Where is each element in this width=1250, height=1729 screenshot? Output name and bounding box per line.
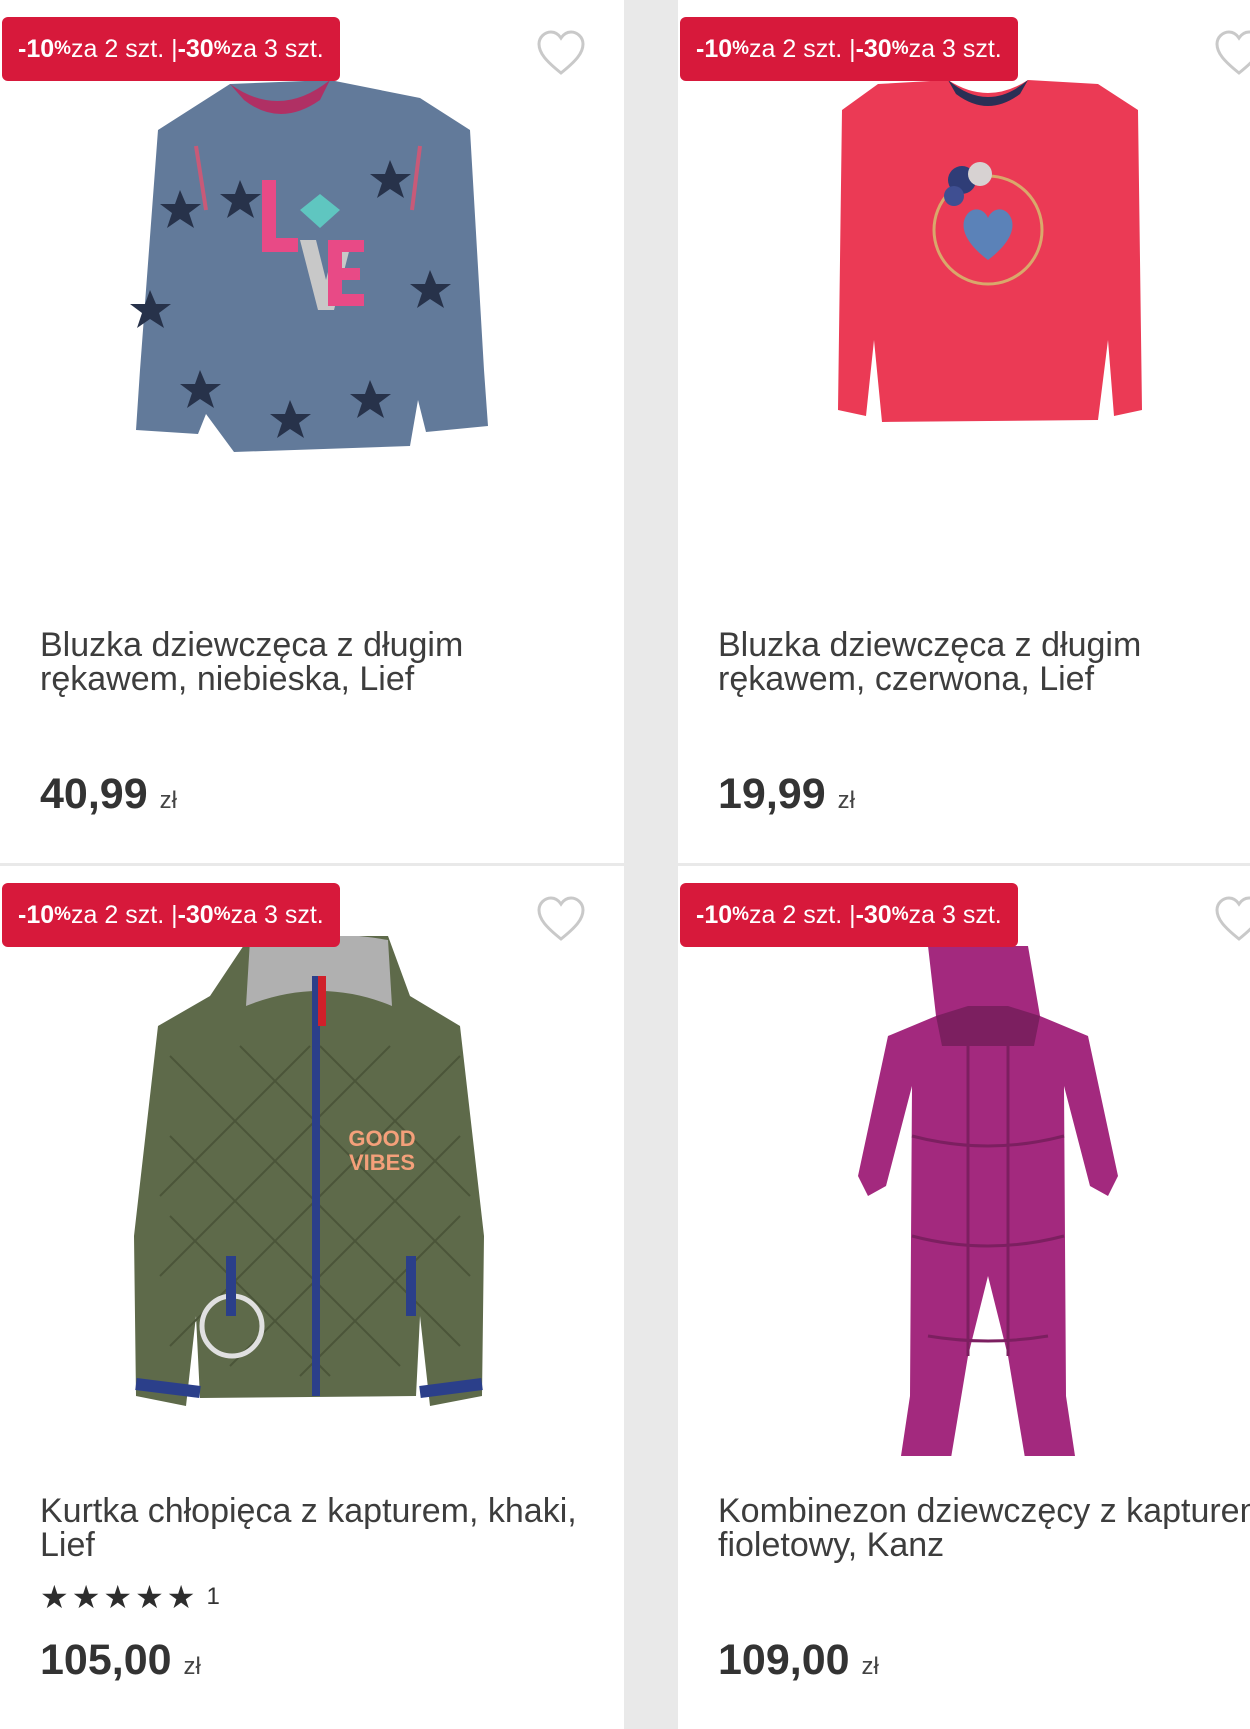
promo-badge: -10% za 2 szt. | -30% za 3 szt. bbox=[680, 883, 1018, 947]
product-title[interactable]: Kombinezon dziewczęcy z kapturem, fiolet… bbox=[718, 1494, 1250, 1562]
product-title[interactable]: Bluzka dziewczęca z długim rękawem, czer… bbox=[718, 628, 1250, 696]
product-title[interactable]: Kurtka chłopięca z kapturem, khaki, Lief bbox=[40, 1494, 600, 1562]
heart-icon[interactable] bbox=[1214, 896, 1250, 942]
price-amount: 109,00 bbox=[718, 1636, 850, 1684]
svg-text:GOOD: GOOD bbox=[348, 1126, 415, 1151]
product-image[interactable] bbox=[678, 70, 1250, 590]
promo-badge: -10% za 2 szt. | -30% za 3 szt. bbox=[2, 883, 340, 947]
price-amount: 40,99 bbox=[40, 770, 148, 818]
product-card[interactable]: -10% za 2 szt. | -30% za 3 szt. GOOD VIB… bbox=[0, 866, 624, 1729]
product-image[interactable] bbox=[0, 70, 620, 590]
product-price: 105,00 zł bbox=[40, 1636, 201, 1685]
product-image[interactable]: GOOD VIBES bbox=[0, 936, 620, 1456]
price-currency: zł bbox=[183, 1653, 201, 1680]
star-icon: ★★★★★ bbox=[40, 1579, 199, 1615]
product-card[interactable]: -10% za 2 szt. | -30% za 3 szt. Bluzka d… bbox=[0, 0, 624, 863]
product-image[interactable] bbox=[678, 936, 1250, 1456]
svg-text:VIBES: VIBES bbox=[349, 1150, 415, 1175]
product-title[interactable]: Bluzka dziewczęca z długim rękawem, nieb… bbox=[40, 628, 600, 696]
product-card[interactable]: -10% za 2 szt. | -30% za 3 szt. Kombinez… bbox=[678, 866, 1250, 1729]
price-currency: zł bbox=[861, 1653, 879, 1680]
product-price: 40,99 zł bbox=[40, 770, 177, 819]
price-amount: 105,00 bbox=[40, 1636, 172, 1684]
price-amount: 19,99 bbox=[718, 770, 826, 818]
product-card[interactable]: -10% za 2 szt. | -30% za 3 szt. Bluzka d… bbox=[678, 0, 1250, 863]
heart-icon[interactable] bbox=[536, 30, 586, 76]
rating-count: 1 bbox=[206, 1583, 220, 1610]
heart-icon[interactable] bbox=[1214, 30, 1250, 76]
price-currency: zł bbox=[159, 787, 177, 814]
product-price: 19,99 zł bbox=[718, 770, 855, 819]
promo-badge: -10% za 2 szt. | -30% za 3 szt. bbox=[2, 17, 340, 81]
product-rating: ★★★★★ 1 bbox=[40, 1578, 220, 1616]
heart-icon[interactable] bbox=[536, 896, 586, 942]
product-price: 109,00 zł bbox=[718, 1636, 879, 1685]
promo-badge: -10% za 2 szt. | -30% za 3 szt. bbox=[680, 17, 1018, 81]
price-currency: zł bbox=[837, 787, 855, 814]
